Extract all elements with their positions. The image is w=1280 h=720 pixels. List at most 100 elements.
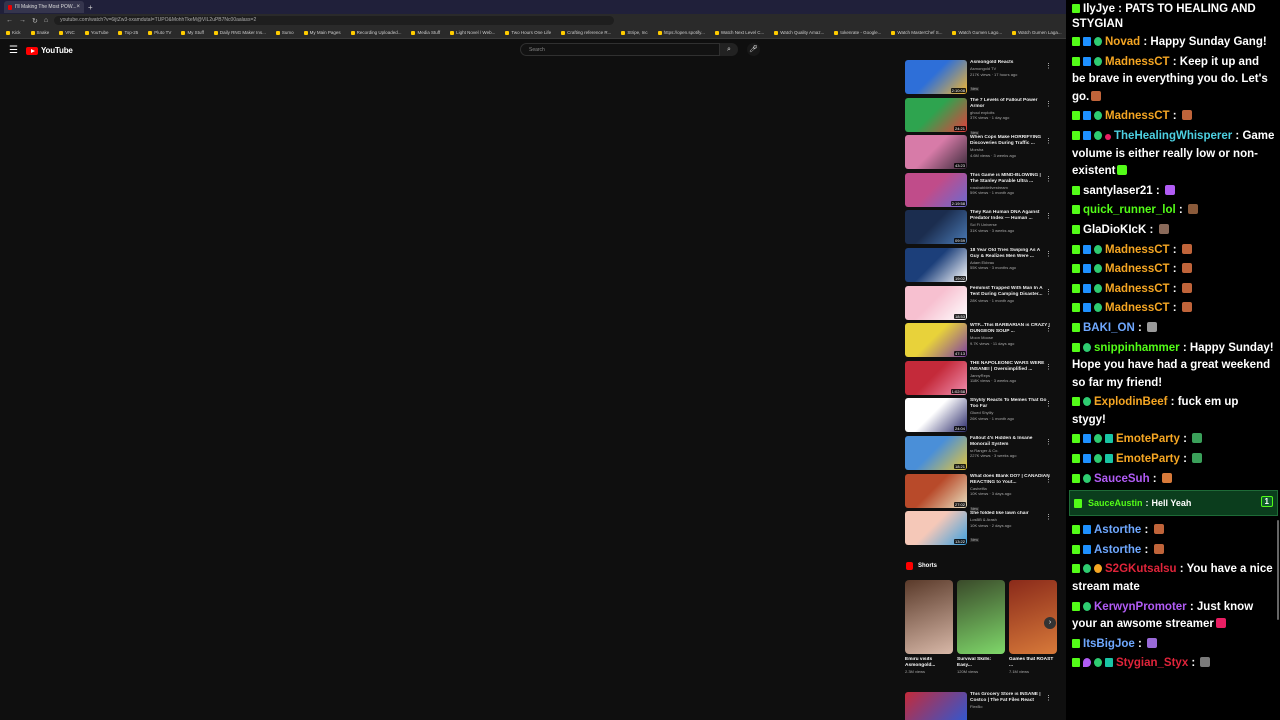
more-options-icon[interactable]: ⋮: [1045, 62, 1052, 70]
more-options-icon[interactable]: ⋮: [1045, 513, 1052, 521]
video-title[interactable]: THE NAPOLEONIC WARS WERE INSANE! | Overs…: [970, 361, 1050, 373]
bookmark-item[interactable]: tokenrate - Google...: [834, 30, 881, 35]
recommended-video-partial[interactable]: This Grocery Store is INSANE | Costco | …: [905, 692, 1057, 720]
chat-highlight-message[interactable]: SauceAustin : Hell Yeah 1: [1069, 490, 1278, 517]
shorts-next-button[interactable]: ›: [1044, 617, 1056, 629]
video-title[interactable]: The 7 Levels of Fallout Power Armor: [970, 98, 1050, 110]
search-button[interactable]: ⌕: [720, 43, 738, 56]
back-icon[interactable]: ←: [6, 17, 13, 24]
voice-search-button[interactable]: 🎤︎: [747, 43, 760, 56]
more-options-icon[interactable]: ⋮: [1045, 438, 1052, 446]
home-icon[interactable]: ⌂: [44, 17, 48, 24]
chat-username[interactable]: KerwynPromoter: [1094, 601, 1187, 613]
bookmark-item[interactable]: Kick: [6, 30, 21, 35]
recommended-video[interactable]: 19:02 18 Year Old Tries Swiping As A Guy …: [905, 247, 1057, 286]
chat-username[interactable]: quick_runner_lol: [1083, 204, 1176, 216]
more-options-icon[interactable]: ⋮: [1045, 694, 1052, 702]
bookmark-item[interactable]: Top-25: [118, 30, 138, 35]
chat-username[interactable]: MadnessCT: [1105, 302, 1170, 314]
video-title[interactable]: Fallout 4's Hidden & Insane Monorail Sys…: [970, 436, 1050, 448]
short-title[interactable]: Emiru visits Asmongold...: [905, 657, 953, 669]
video-thumbnail[interactable]: 43:23: [905, 135, 967, 170]
recommended-video[interactable]: 1:02:58 THE NAPOLEONIC WARS WERE INSANE! …: [905, 360, 1057, 399]
close-tab-icon[interactable]: ×: [76, 4, 80, 10]
more-options-icon[interactable]: ⋮: [1045, 212, 1052, 220]
video-thumbnail[interactable]: 47:13: [905, 323, 967, 358]
video-title[interactable]: They Ran Human DNA Against Predator Inde…: [970, 210, 1050, 222]
video-title[interactable]: When Cops Make HORRIFYING Discoveries Du…: [970, 135, 1050, 147]
video-thumbnail[interactable]: 19:02: [905, 247, 967, 282]
more-options-icon[interactable]: ⋮: [1045, 137, 1052, 145]
recommended-video[interactable]: 43:23 When Cops Make HORRIFYING Discoveri…: [905, 135, 1057, 173]
bookmark-item[interactable]: YouTube: [84, 30, 108, 35]
chat-username[interactable]: ItsBigJoe: [1083, 638, 1135, 650]
chat-username[interactable]: TheHealingWhisperer: [1114, 130, 1232, 142]
bookmark-item[interactable]: Pluto TV: [148, 30, 171, 35]
recommended-video[interactable]: 18:53 Feminist Trapped With Man In A Tent…: [905, 285, 1057, 324]
bookmark-item[interactable]: My Main Pages: [303, 30, 341, 35]
chat-username[interactable]: SauceSuh: [1094, 473, 1150, 485]
bookmark-item[interactable]: Recording Uploaded...: [350, 30, 401, 35]
video-thumbnail[interactable]: 24:04: [905, 398, 967, 433]
chat-username[interactable]: S2GKutsalsu: [1105, 563, 1177, 575]
video-thumbnail[interactable]: 2:10:08: [905, 60, 967, 94]
chat-username[interactable]: GlaDioKIcK: [1083, 224, 1146, 236]
recommended-video[interactable]: 2:10:08 Asmongold Reacts Asmongold TV 217K …: [905, 60, 1057, 98]
bookmark-item[interactable]: Light Novel / Web...: [450, 30, 495, 35]
recommended-video[interactable]: This Grocery Store is INSANE | Costco | …: [905, 692, 1057, 720]
video-thumbnail[interactable]: 1:02:58: [905, 360, 967, 395]
video-thumbnail[interactable]: 18:53: [905, 285, 967, 320]
short-thumbnail[interactable]: [905, 580, 953, 654]
bookmark-item[interactable]: Two Hours One Life: [505, 30, 551, 35]
bookmark-item[interactable]: Watch Quality Amaz...: [774, 30, 824, 35]
recommended-video[interactable]: 47:13 WTF...This BARBARIAN is CRAZY | DUN…: [905, 323, 1057, 361]
chat-username[interactable]: MadnessCT: [1105, 56, 1170, 68]
bookmark-item[interactable]: Watch MasterChef S...: [891, 30, 942, 35]
address-bar[interactable]: youtube.com/watch?v=6ijtZw3-xxamdutal=TU…: [54, 16, 615, 25]
video-thumbnail[interactable]: 13:22: [905, 511, 967, 546]
bookmark-item[interactable]: Watch Next Level C...: [714, 30, 764, 35]
bookmark-item[interactable]: Stripe, Inc: [621, 30, 648, 35]
video-thumbnail[interactable]: 27:02: [905, 473, 967, 508]
search-input[interactable]: Search: [520, 43, 720, 56]
new-tab-button[interactable]: +: [88, 3, 93, 12]
chat-username[interactable]: Novad: [1105, 36, 1140, 48]
chat-username[interactable]: MadnessCT: [1105, 244, 1170, 256]
chat-username[interactable]: EmoteParty: [1116, 433, 1180, 445]
video-thumbnail[interactable]: 2:19:58: [905, 172, 967, 207]
video-thumbnail[interactable]: 09:59: [905, 210, 967, 245]
chat-username[interactable]: EmoteParty: [1116, 453, 1180, 465]
hamburger-menu-icon[interactable]: ☰: [9, 46, 18, 56]
video-title[interactable]: WTF...This BARBARIAN is CRAZY | DUNGEON …: [970, 323, 1050, 335]
short-thumbnail[interactable]: [957, 580, 1005, 654]
bookmark-item[interactable]: Snake: [30, 30, 49, 35]
recommended-video[interactable]: 13:22 She folded like lawn chair LosBB & A…: [905, 511, 1057, 549]
forward-icon[interactable]: →: [19, 17, 26, 24]
youtube-logo[interactable]: YouTube: [26, 46, 73, 55]
more-options-icon[interactable]: ⋮: [1045, 476, 1052, 484]
recommended-video[interactable]: 27:02 What does Blank DO? | CANADIAN REAC…: [905, 473, 1057, 512]
more-options-icon[interactable]: ⋮: [1045, 325, 1052, 333]
reload-icon[interactable]: ↻: [32, 17, 38, 25]
bookmark-item[interactable]: Watch Gumen Lago...: [952, 30, 1002, 35]
video-title[interactable]: What does Blank DO? | CANADIAN REACTING …: [970, 474, 1050, 486]
video-thumbnail[interactable]: 18:21: [905, 435, 967, 470]
chat-username[interactable]: snippinhammer: [1094, 342, 1180, 354]
bookmark-item[interactable]: Media Stuff: [411, 30, 440, 35]
video-title[interactable]: This Game is MIND-BLOWING | The Stanley …: [970, 173, 1050, 185]
chat-username[interactable]: MadnessCT: [1105, 263, 1170, 275]
chat-username[interactable]: Astorthe: [1094, 524, 1141, 536]
bookmark-item[interactable]: https://open.spotify...: [657, 30, 705, 35]
video-channel[interactable]: FlexBo: [970, 704, 1050, 710]
video-title[interactable]: Shylily Reacts To Memes That Go Too Far: [970, 398, 1050, 410]
bookmark-item[interactable]: Daily RNG Maker Ins...: [213, 30, 266, 35]
short-card[interactable]: Survival Skills: Easy... 120M views: [957, 580, 1005, 674]
tab-youtube[interactable]: I'll Making The Most POW... ×: [4, 1, 84, 13]
chat-username[interactable]: MadnessCT: [1105, 110, 1170, 122]
chat-username[interactable]: MadnessCT: [1105, 283, 1170, 295]
short-title[interactable]: Survival Skills: Easy...: [957, 657, 1005, 669]
chat-username[interactable]: Astorthe: [1094, 544, 1141, 556]
more-options-icon[interactable]: ⋮: [1045, 288, 1052, 296]
chat-scrollbar[interactable]: [1277, 520, 1279, 620]
video-title[interactable]: 18 Year Old Tries Swiping As A Guy & Rea…: [970, 248, 1050, 260]
